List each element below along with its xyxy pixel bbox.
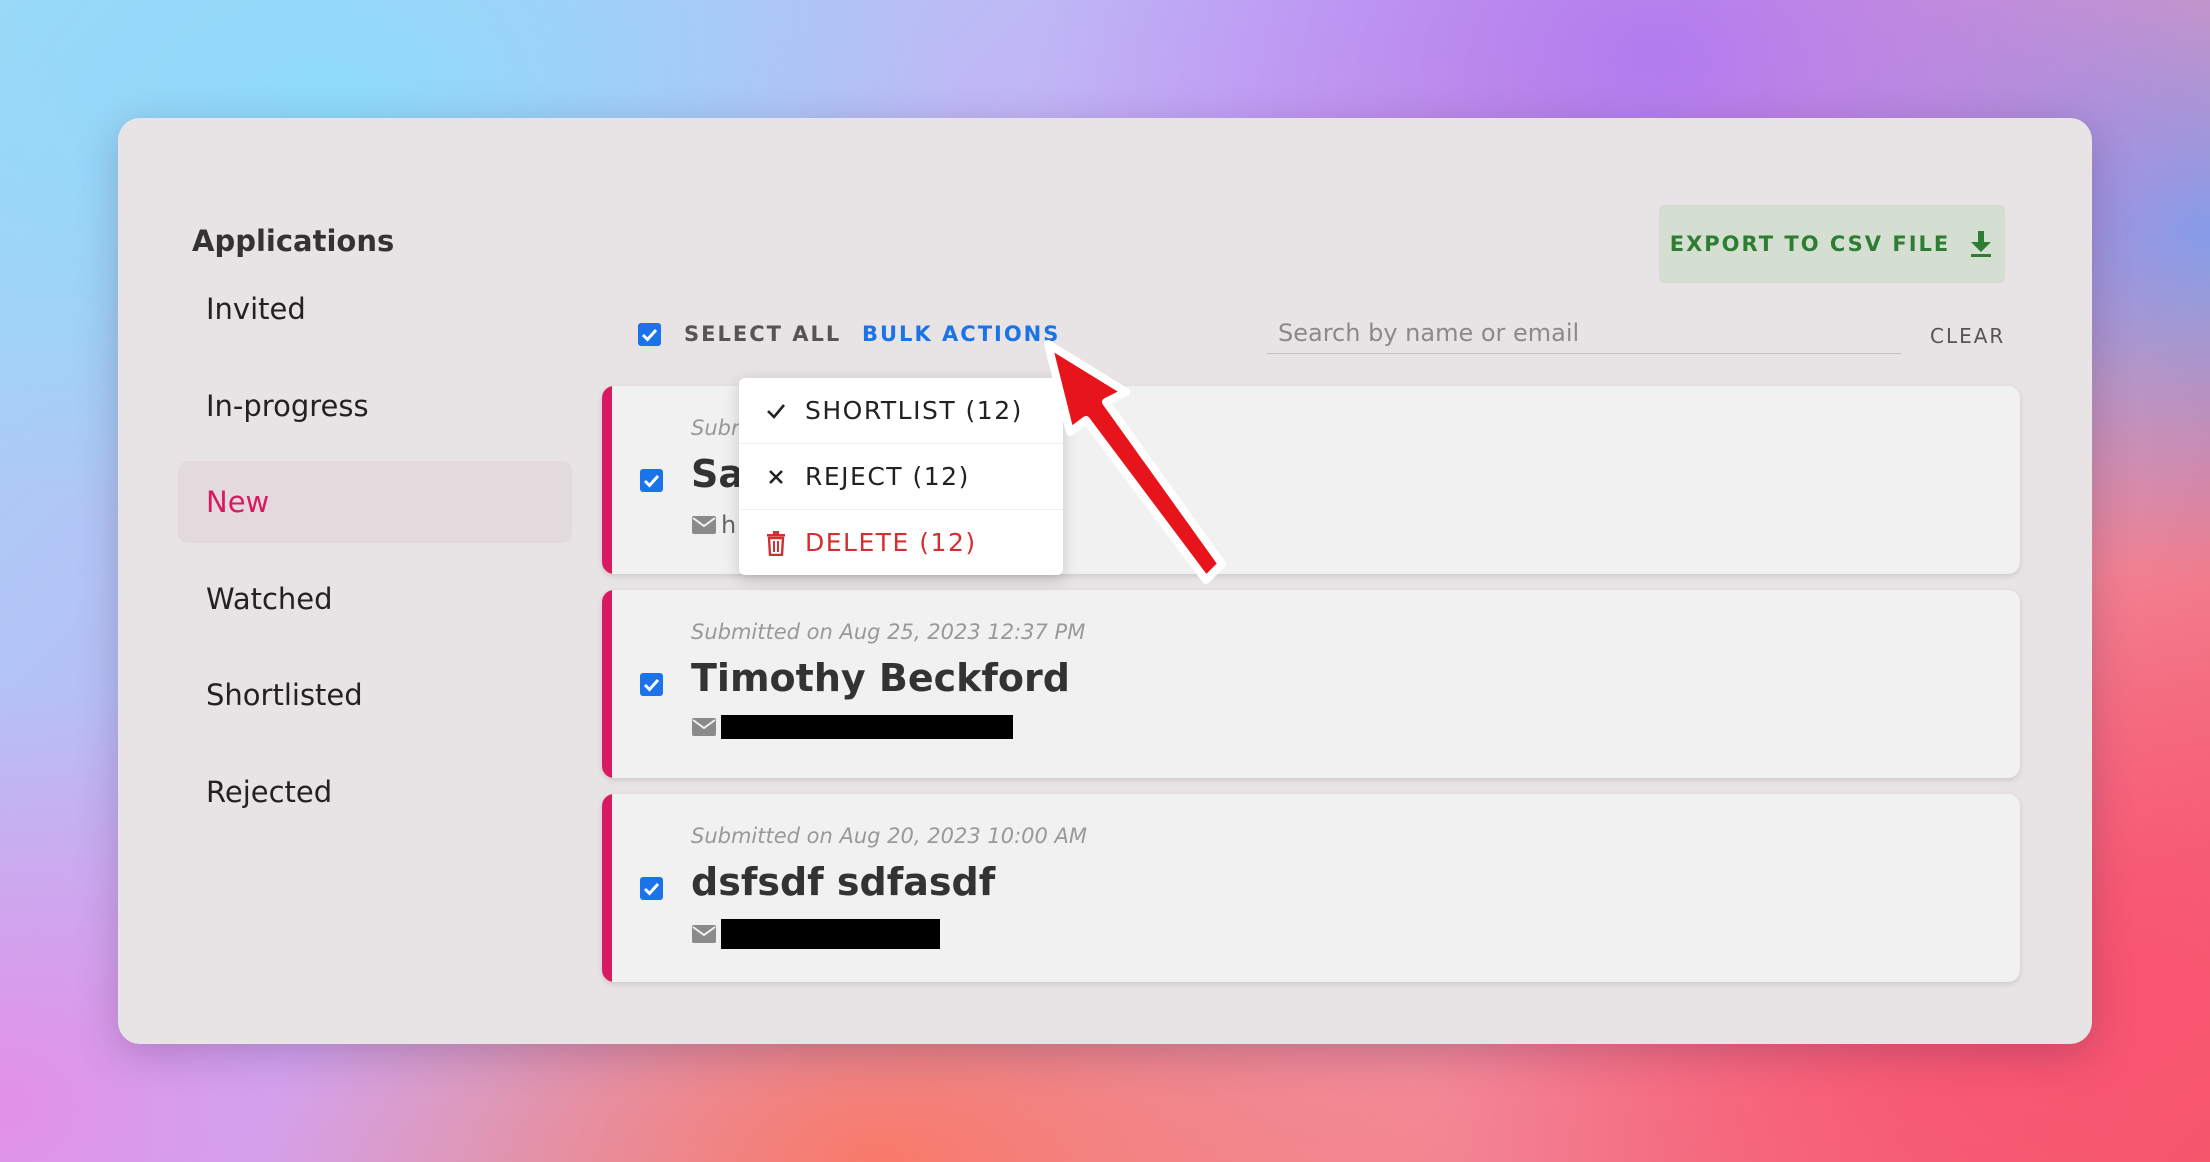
checkmark-icon bbox=[643, 882, 660, 896]
download-icon bbox=[1971, 231, 1992, 257]
sidebar-nav: Invited In-progress New Watched Shortlis… bbox=[178, 268, 572, 847]
checkmark-icon bbox=[643, 474, 660, 488]
email-row bbox=[691, 919, 940, 949]
application-card[interactable]: Submitted on Aug 20, 2023 10:00 AM dsfsd… bbox=[602, 794, 2020, 982]
select-all-label[interactable]: SELECT ALL bbox=[684, 322, 841, 346]
sidebar-item-new[interactable]: New bbox=[178, 461, 572, 543]
submitted-date: Submitted on Aug 20, 2023 10:00 AM bbox=[691, 824, 1088, 848]
mail-icon bbox=[692, 718, 716, 736]
menu-item-reject[interactable]: REJECT (12) bbox=[739, 444, 1063, 510]
sidebar-item-rejected[interactable]: Rejected bbox=[178, 751, 572, 833]
menu-item-shortlist[interactable]: SHORTLIST (12) bbox=[739, 378, 1063, 444]
sidebar-item-shortlisted[interactable]: Shortlisted bbox=[178, 654, 572, 736]
menu-item-label: REJECT (12) bbox=[805, 462, 970, 491]
applications-window: Applications Invited In-progress New Wat… bbox=[118, 118, 2092, 1044]
card-checkbox[interactable] bbox=[640, 469, 663, 492]
card-accent-bar bbox=[602, 386, 612, 574]
submitted-date: Subr bbox=[691, 416, 740, 440]
search-input[interactable] bbox=[1266, 312, 1902, 354]
checkmark-icon bbox=[643, 678, 660, 692]
mail-icon bbox=[692, 516, 716, 534]
sidebar-item-invited[interactable]: Invited bbox=[178, 268, 572, 350]
clear-button[interactable]: CLEAR bbox=[1930, 324, 2005, 348]
submitted-date: Submitted on Aug 25, 2023 12:37 PM bbox=[691, 620, 1086, 644]
bulk-actions-button[interactable]: BULK ACTIONS bbox=[862, 322, 1060, 346]
applicant-name: dsfsdf sdfasdf bbox=[691, 860, 996, 904]
sidebar-item-label: In-progress bbox=[206, 388, 369, 423]
sidebar-item-label: Watched bbox=[206, 581, 333, 616]
close-icon bbox=[769, 469, 783, 484]
card-checkbox[interactable] bbox=[640, 673, 663, 696]
redacted-email bbox=[721, 919, 940, 949]
menu-item-delete[interactable]: DELETE (12) bbox=[739, 510, 1063, 575]
export-csv-button[interactable]: EXPORT TO CSV FILE bbox=[1659, 205, 2005, 283]
page-title: Applications bbox=[192, 224, 395, 258]
sidebar-item-in-progress[interactable]: In-progress bbox=[178, 365, 572, 447]
redacted-email bbox=[721, 715, 1013, 739]
applicant-name: Timothy Beckford bbox=[691, 656, 1070, 700]
menu-item-label: SHORTLIST (12) bbox=[805, 396, 1023, 425]
checkmark-icon bbox=[641, 328, 658, 342]
applicant-email: h bbox=[721, 511, 737, 539]
email-row bbox=[691, 715, 1013, 739]
sidebar-item-watched[interactable]: Watched bbox=[178, 558, 572, 640]
sidebar-item-label: Rejected bbox=[206, 774, 333, 809]
card-accent-bar bbox=[602, 794, 612, 982]
select-all-checkbox[interactable] bbox=[638, 323, 661, 346]
bulk-actions-menu: SHORTLIST (12) REJECT (12) DELETE (12) bbox=[739, 378, 1063, 575]
sidebar-item-label: Invited bbox=[206, 292, 306, 326]
menu-item-label: DELETE (12) bbox=[805, 528, 977, 557]
sidebar-item-label: Shortlisted bbox=[206, 678, 363, 712]
sidebar-item-label: New bbox=[206, 485, 270, 519]
card-accent-bar bbox=[602, 590, 612, 778]
export-csv-label: EXPORT TO CSV FILE bbox=[1669, 232, 1951, 256]
application-card[interactable]: Submitted on Aug 25, 2023 12:37 PM Timot… bbox=[602, 590, 2020, 778]
card-checkbox[interactable] bbox=[640, 877, 663, 900]
email-row: h bbox=[691, 511, 736, 539]
check-icon bbox=[767, 403, 785, 419]
applicant-name: Sa bbox=[691, 452, 745, 496]
mail-icon bbox=[692, 925, 716, 943]
trash-icon bbox=[767, 530, 785, 556]
